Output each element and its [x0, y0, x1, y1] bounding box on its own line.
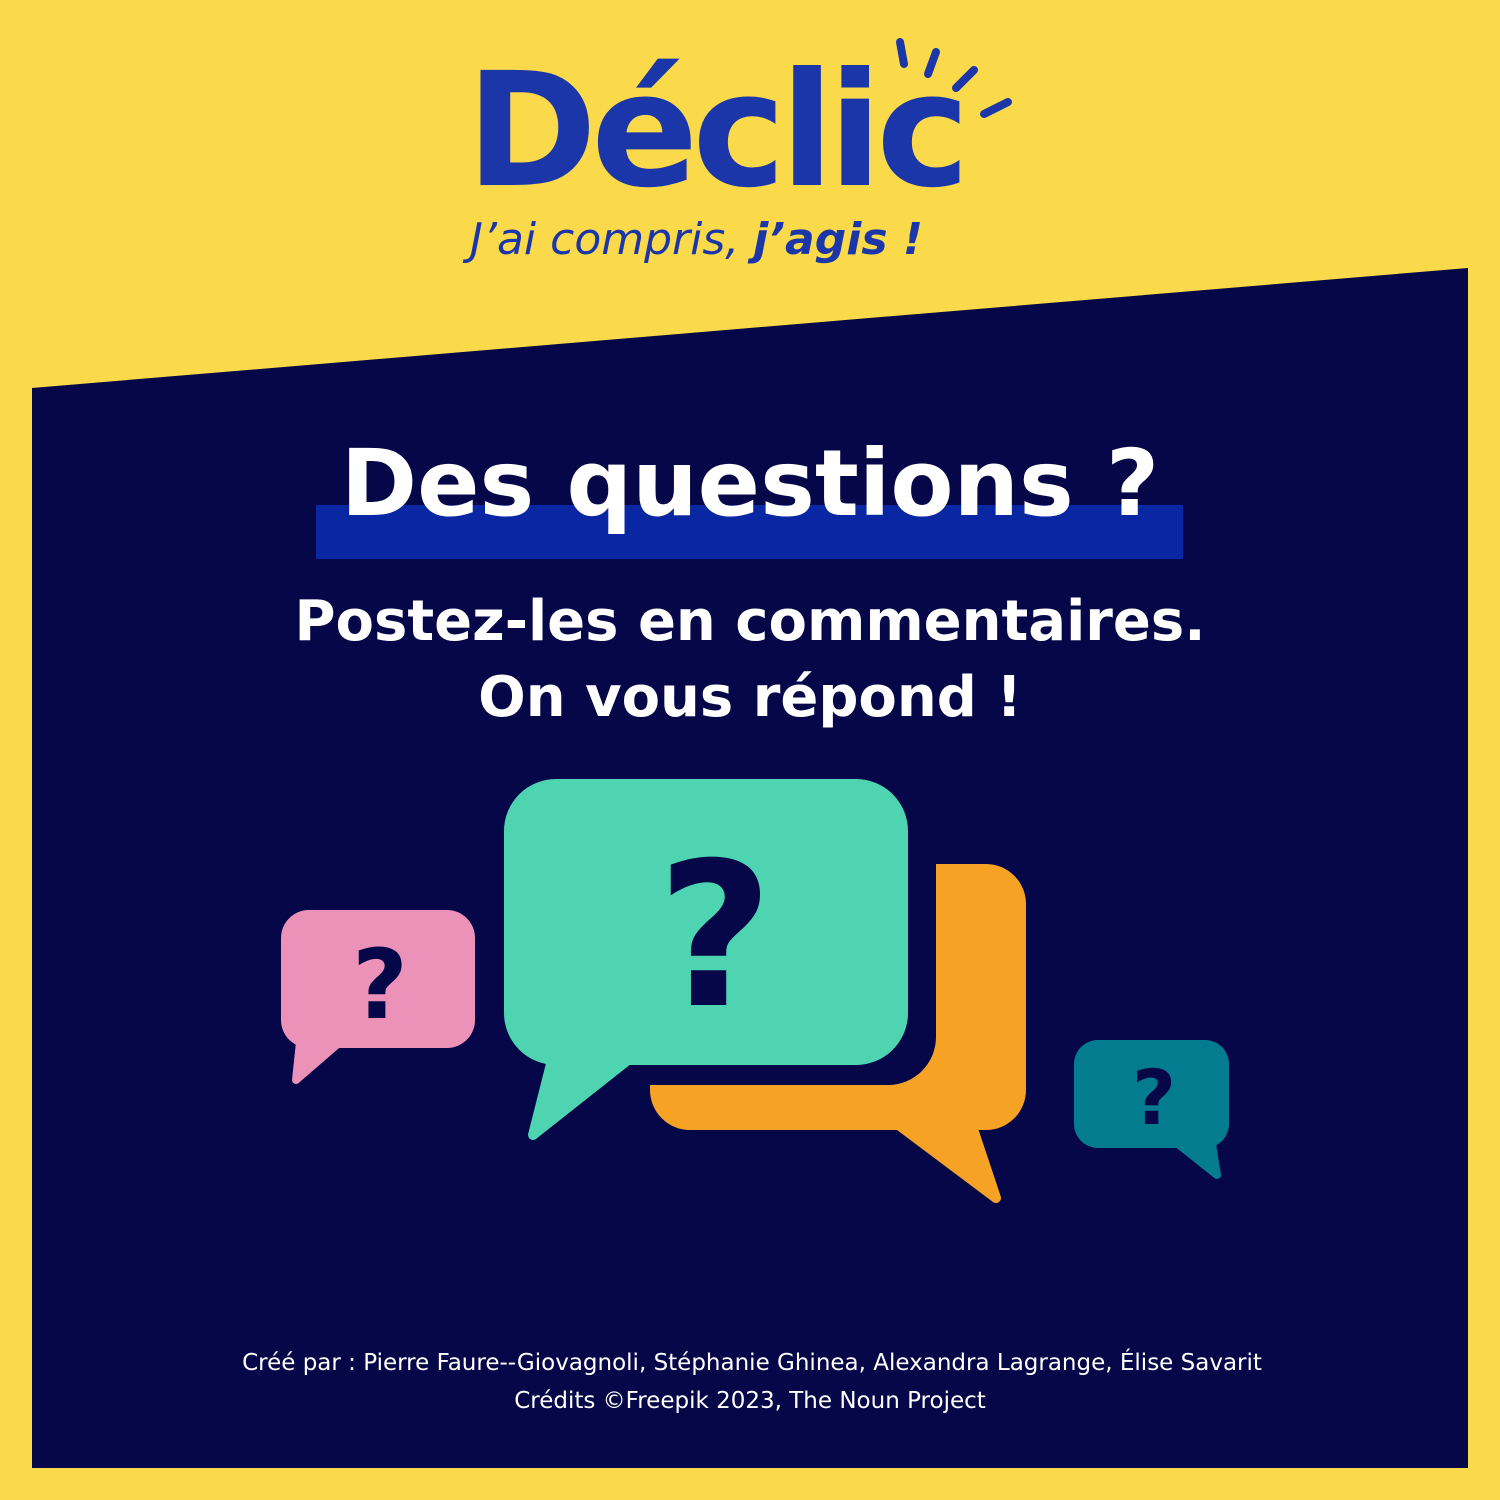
pink-question-mark: ?: [352, 929, 408, 1041]
speech-bubbles-illustration: ? ? ?: [281, 779, 1229, 1203]
credits-sources: Crédits ©Freepik 2023, The Noun Project: [514, 1388, 986, 1414]
teal-question-mark: ?: [1132, 1053, 1176, 1142]
green-question-mark: ?: [657, 820, 773, 1053]
pink-speech-bubble-icon: ?: [281, 910, 475, 1084]
credits-authors: Créé par : Pierre Faure--Giovagnoli, Sté…: [242, 1350, 1262, 1376]
green-speech-bubble-icon: ?: [504, 779, 936, 1140]
teal-speech-bubble-icon: ?: [1074, 1040, 1229, 1179]
